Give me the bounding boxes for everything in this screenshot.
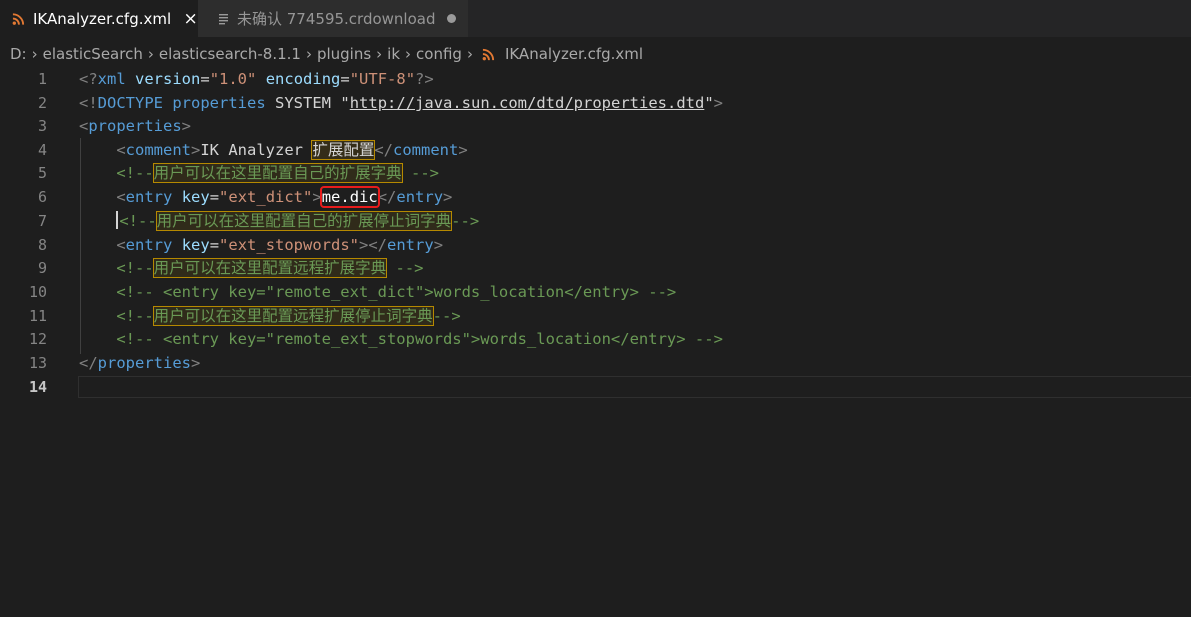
code-line: 6 <entry key="ext_dict">me.dic</entry> bbox=[0, 185, 1191, 209]
code-line: 10 <!-- <entry key="remote_ext_dict">wor… bbox=[0, 280, 1191, 304]
line-number: 14 bbox=[28, 378, 47, 396]
chevron-right-icon: › bbox=[376, 45, 383, 63]
chevron-right-icon: › bbox=[31, 45, 38, 63]
line-text[interactable]: <comment>IK Analyzer 扩展配置</comment> bbox=[79, 138, 468, 162]
code-line: 8 <entry key="ext_stopwords"></entry> bbox=[0, 233, 1191, 257]
unicode-highlight: 用户可以在这里配置远程扩展停止词字典 bbox=[152, 306, 434, 326]
unicode-highlight: 用户可以在这里配置远程扩展字典 bbox=[152, 258, 388, 278]
line-text[interactable]: <!--用户可以在这里配置远程扩展字典 --> bbox=[79, 256, 424, 280]
line-text[interactable]: <entry key="ext_stopwords"></entry> bbox=[79, 233, 443, 257]
chevron-right-icon: › bbox=[466, 45, 473, 63]
line-text[interactable]: <!-- <entry key="remote_ext_dict">words_… bbox=[79, 280, 676, 304]
line-text[interactable]: <!--用户可以在这里配置自己的扩展字典 --> bbox=[79, 161, 439, 185]
unicode-highlight: 用户可以在这里配置自己的扩展停止词字典 bbox=[155, 211, 453, 231]
code-line: 1 <?xml version="1.0" encoding="UTF-8"?> bbox=[0, 67, 1191, 91]
chevron-right-icon: › bbox=[305, 45, 312, 63]
unicode-highlight: 用户可以在这里配置自己的扩展字典 bbox=[152, 163, 403, 183]
line-number: 5 bbox=[37, 164, 47, 182]
line-text[interactable]: </properties> bbox=[79, 351, 200, 375]
line-number: 1 bbox=[37, 70, 47, 88]
line-number: 3 bbox=[37, 117, 47, 135]
code-line: 12 <!-- <entry key="remote_ext_stopwords… bbox=[0, 327, 1191, 351]
breadcrumb-item-file[interactable]: IKAnalyzer.cfg.xml bbox=[503, 45, 645, 63]
line-text[interactable]: <!--用户可以在这里配置远程扩展停止词字典--> bbox=[79, 304, 461, 328]
tab-ikanalyzer-cfg-xml[interactable]: IKAnalyzer.cfg.xml × bbox=[0, 0, 198, 37]
line-text[interactable]: <!DOCTYPE properties SYSTEM "http://java… bbox=[79, 91, 723, 115]
breadcrumb-item-plugins[interactable]: plugins bbox=[315, 45, 373, 63]
code-editor[interactable]: 1 <?xml version="1.0" encoding="UTF-8"?>… bbox=[0, 66, 1191, 617]
tab-label: 未确认 774595.crdownload bbox=[237, 10, 436, 28]
code-line: 2 <!DOCTYPE properties SYSTEM "http://ja… bbox=[0, 91, 1191, 115]
code-line: 11 <!--用户可以在这里配置远程扩展停止词字典--> bbox=[0, 304, 1191, 328]
line-number: 4 bbox=[37, 141, 47, 159]
line-number: 11 bbox=[28, 307, 47, 325]
file-lines-icon bbox=[219, 13, 228, 24]
code-line: 7 <!--用户可以在这里配置自己的扩展停止词字典--> bbox=[0, 209, 1191, 233]
line-text[interactable]: <?xml version="1.0" encoding="UTF-8"?> bbox=[79, 67, 434, 91]
tab-label: IKAnalyzer.cfg.xml bbox=[33, 9, 172, 28]
chevron-right-icon: › bbox=[147, 45, 154, 63]
line-text[interactable]: <!--用户可以在这里配置自己的扩展停止词字典--> bbox=[79, 209, 479, 233]
line-text[interactable]: <!-- <entry key="remote_ext_stopwords">w… bbox=[79, 327, 723, 351]
rss-icon bbox=[482, 48, 495, 60]
line-number: 9 bbox=[37, 259, 47, 277]
chevron-right-icon: › bbox=[405, 45, 412, 63]
line-number: 7 bbox=[37, 212, 47, 230]
breadcrumb-item-config[interactable]: config bbox=[414, 45, 464, 63]
code-line-current: 14 bbox=[0, 375, 1191, 399]
line-number: 2 bbox=[37, 94, 47, 112]
line-number: 10 bbox=[28, 283, 47, 301]
breadcrumb-item-elasticsearch[interactable]: elasticSearch bbox=[41, 45, 145, 63]
current-line-highlight[interactable] bbox=[78, 376, 1191, 398]
code-line: 13 </properties> bbox=[0, 351, 1191, 375]
tab-bar: IKAnalyzer.cfg.xml × 未确认 774595.crdownlo… bbox=[0, 0, 1191, 37]
breadcrumb-item-ik[interactable]: ik bbox=[385, 45, 402, 63]
unsaved-dot-icon[interactable] bbox=[447, 14, 457, 23]
line-number: 13 bbox=[28, 354, 47, 372]
code-line: 9 <!--用户可以在这里配置远程扩展字典 --> bbox=[0, 256, 1191, 280]
code-line: 4 <comment>IK Analyzer 扩展配置</comment> bbox=[0, 138, 1191, 162]
line-number: 12 bbox=[28, 330, 47, 348]
breadcrumb: D: › elasticSearch › elasticsearch-8.1.1… bbox=[0, 43, 645, 65]
breadcrumb-item-elasticsearch-version[interactable]: elasticsearch-8.1.1 bbox=[157, 45, 303, 63]
close-icon[interactable]: × bbox=[183, 9, 198, 29]
code-line: 5 <!--用户可以在这里配置自己的扩展字典 --> bbox=[0, 161, 1191, 185]
code-line: 3 <properties> bbox=[0, 114, 1191, 138]
line-text[interactable]: <entry key="ext_dict">me.dic</entry> bbox=[79, 185, 452, 209]
line-number: 6 bbox=[37, 188, 47, 206]
tab-crdownload[interactable]: 未确认 774595.crdownload bbox=[198, 0, 468, 37]
rss-icon bbox=[12, 12, 25, 25]
me-dic-annotation: me.dic bbox=[319, 186, 380, 208]
dtd-link[interactable]: http://java.sun.com/dtd/properties.dtd bbox=[350, 94, 705, 112]
unicode-highlight: 扩展配置 bbox=[311, 140, 376, 160]
line-number: 8 bbox=[37, 236, 47, 254]
line-text[interactable]: <properties> bbox=[79, 114, 191, 138]
breadcrumb-item-drive[interactable]: D: bbox=[0, 45, 29, 63]
